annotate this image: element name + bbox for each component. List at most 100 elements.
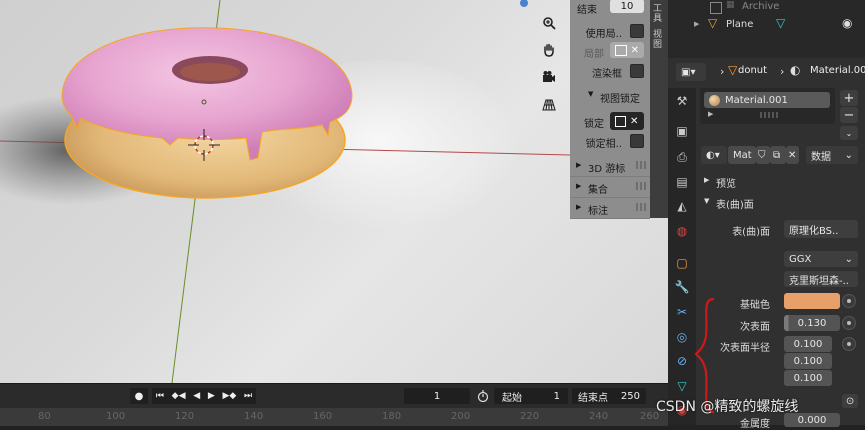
unlink-x-icon[interactable]: ✕ [786, 146, 799, 164]
resize-grip-icon[interactable] [760, 112, 780, 118]
metallic-label: 金属度 [740, 419, 770, 430]
pan-hand-icon[interactable] [539, 40, 559, 60]
surface-shader-field[interactable]: 原理化BS.. [784, 220, 858, 238]
view-lock-header[interactable]: ▼ 视图锁定 [570, 86, 650, 106]
socket-menu-icon[interactable]: ⊙ [842, 394, 858, 408]
lock-label: 锁定 [584, 119, 604, 130]
drag-grip-icon[interactable] [636, 203, 646, 211]
tab-constraints-icon[interactable]: ⊘ [672, 351, 692, 371]
expand-triangle-icon[interactable]: ▶ [694, 20, 699, 28]
lock-camera-checkbox[interactable] [630, 134, 644, 148]
drag-grip-icon[interactable] [636, 182, 646, 190]
expand-triangle-icon: ▶ [576, 161, 582, 169]
lock-camera-label: 锁定相.. [585, 139, 622, 150]
grid-ortho-icon[interactable] [539, 94, 559, 114]
tab-view-layer-icon[interactable]: ▤ [672, 172, 692, 192]
use-local-camera-row: 使用局.. [570, 21, 650, 41]
collapse-triangle-icon: ▼ [704, 197, 710, 205]
tab-particles-icon[interactable]: ✂ [672, 302, 692, 322]
current-frame-field[interactable]: 1 [404, 388, 470, 404]
subsurface-slider[interactable]: 0.130 [784, 315, 840, 331]
camera-icon[interactable] [539, 67, 559, 87]
frame-ruler[interactable]: 80 100 120 140 160 180 200 220 240 260 [0, 408, 668, 426]
plane-label[interactable]: Plane [726, 19, 753, 30]
tab-render-icon[interactable]: ▣ [672, 121, 692, 141]
expand-triangle-icon[interactable]: ▶ [708, 110, 713, 118]
ruler-tick: 120 [175, 411, 195, 422]
eye-icon[interactable]: ◉ [842, 16, 852, 30]
remove-slot-button[interactable]: − [840, 107, 858, 123]
next-keyframe-icon[interactable]: ▶◆ [222, 391, 236, 401]
duplicate-icon[interactable]: ⧉ [770, 146, 786, 164]
base-color-swatch[interactable] [784, 293, 840, 309]
3d-cursor-section[interactable]: ▶ 3D 游标 [570, 156, 650, 177]
material-header-name[interactable]: Material.00 [810, 65, 865, 76]
browse-material-icon[interactable]: ◐▾ [701, 146, 727, 164]
tab-tool-icon[interactable]: ⚒ [672, 91, 692, 111]
start-label: 起始 [502, 392, 522, 404]
collection-section[interactable]: ▶ 集合 [570, 177, 650, 198]
surface-section[interactable]: ▼ 表(曲)面 [700, 194, 860, 212]
clip-end-field[interactable]: 10 [610, 0, 644, 13]
editor-type-dropdown[interactable]: ▣▾ [676, 63, 706, 81]
radius-z-field[interactable]: 0.100 [784, 370, 832, 386]
preview-section[interactable]: ▶ 预览 [700, 173, 860, 191]
tab-modifier-wrench-icon[interactable]: 🔧 [672, 277, 692, 297]
end-value: 250 [620, 390, 640, 402]
use-local-checkbox[interactable] [630, 24, 644, 38]
gizmo-axis-dot [520, 0, 528, 7]
tab-object-icon[interactable]: ▢ [672, 253, 692, 273]
fake-user-shield-icon[interactable]: ⛉ [756, 146, 770, 164]
chevron-down-icon: ⌄ [844, 253, 853, 265]
subsurface-method-dropdown[interactable]: 克里斯坦森-.. [784, 271, 858, 287]
expand-triangle-icon: ▶ [576, 182, 582, 190]
viewport-scene [0, 0, 571, 383]
local-camera-field[interactable]: ✕ [610, 42, 644, 58]
tab-data-icon[interactable]: ▽ [672, 376, 692, 396]
end-label: 结束点 [578, 392, 608, 404]
link-data-dropdown[interactable]: 数据 ⌄ [806, 146, 858, 164]
tab-scene-icon[interactable]: ◭ [672, 196, 692, 216]
play-icon[interactable]: ▶ [208, 391, 215, 401]
tab-output-icon[interactable]: ⎙ [672, 147, 692, 167]
surface-section-label: 表(曲)面 [716, 200, 754, 211]
distribution-dropdown[interactable]: GGX ⌄ [784, 251, 858, 267]
3d-viewport[interactable] [0, 0, 668, 383]
jump-start-icon[interactable]: ⏮ [156, 391, 164, 401]
ruler-tick: 220 [520, 411, 540, 422]
start-frame-field[interactable]: 起始 1 [494, 388, 568, 404]
lock-object-field[interactable]: ✕ [610, 112, 644, 130]
tab-tool[interactable]: 工具 [653, 4, 665, 24]
material-slot-item[interactable]: Material.001 [704, 92, 830, 108]
render-border-checkbox[interactable] [630, 64, 644, 78]
tab-world-icon[interactable]: ◍ [672, 221, 692, 241]
record-icon[interactable]: ● [130, 388, 148, 404]
ruler-tick: 200 [451, 411, 471, 422]
radius-y-field[interactable]: 0.100 [784, 353, 832, 369]
slot-menu-chevron-icon[interactable]: ⌄ [840, 126, 858, 140]
tab-view[interactable]: 视图 [653, 30, 665, 50]
prev-keyframe-icon[interactable]: ◆◀ [172, 391, 186, 401]
end-frame-field[interactable]: 结束点 250 [572, 388, 646, 404]
clear-x-icon[interactable]: ✕ [631, 45, 639, 56]
mesh-data-icon[interactable]: ▽ [776, 16, 785, 30]
annotation-section[interactable]: ▶ 标注 [570, 198, 650, 219]
add-slot-button[interactable]: + [840, 90, 858, 106]
outliner: ▦ Archive ▶ ▽ Plane ▽ ◉ [668, 0, 865, 59]
link-socket-icon[interactable] [842, 337, 856, 351]
start-value: 1 [553, 390, 560, 402]
checkbox-icon[interactable] [710, 2, 722, 14]
radius-x-field[interactable]: 0.100 [784, 336, 832, 352]
link-socket-icon[interactable] [842, 294, 856, 308]
jump-end-icon[interactable]: ⏭ [244, 391, 252, 401]
drag-grip-icon[interactable] [636, 161, 646, 169]
link-socket-icon[interactable] [842, 316, 856, 330]
object-name[interactable]: donut [738, 65, 767, 76]
archive-label[interactable]: Archive [742, 1, 779, 12]
clear-lock-x-icon[interactable]: ✕ [630, 116, 638, 127]
stopwatch-icon[interactable] [475, 388, 491, 404]
play-reverse-icon[interactable]: ◀ [193, 391, 200, 401]
zoom-icon[interactable] [539, 13, 559, 33]
material-datablock-name[interactable]: Mat [728, 146, 756, 164]
tab-physics-icon[interactable]: ◎ [672, 327, 692, 347]
